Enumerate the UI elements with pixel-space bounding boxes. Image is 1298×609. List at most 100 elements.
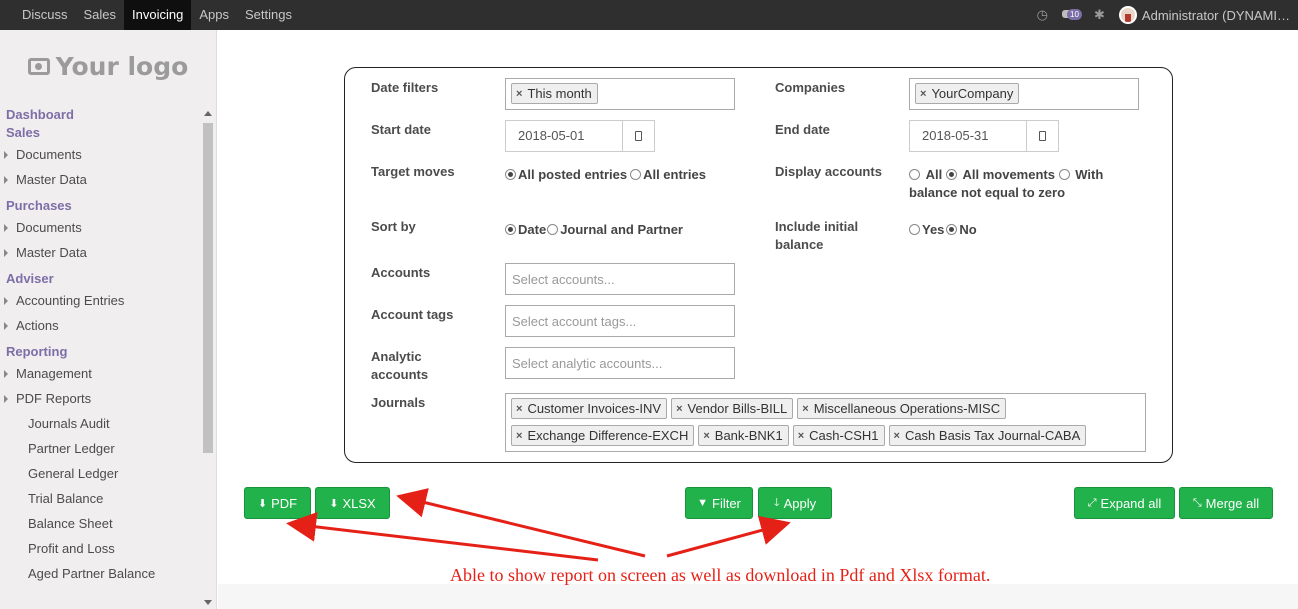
scroll-up-icon[interactable] — [204, 111, 212, 116]
sidebar-item-pdf-reports[interactable]: PDF Reports — [0, 386, 216, 411]
menu-invoicing[interactable]: Invoicing — [124, 0, 192, 30]
sidebar-dashboard[interactable]: Dashboard — [0, 106, 216, 124]
logo-text: Your logo — [55, 51, 189, 81]
remove-icon[interactable]: × — [516, 403, 522, 415]
tag-label: YourCompany — [931, 86, 1014, 101]
radio-all[interactable] — [909, 169, 920, 180]
company-tag[interactable]: × YourCompany — [915, 83, 1020, 104]
remove-icon[interactable]: × — [516, 88, 522, 100]
merge-all-button[interactable]: ⤡ Merge all — [1179, 487, 1273, 519]
remove-icon[interactable]: × — [798, 430, 804, 442]
caret-right-icon — [4, 322, 8, 330]
remove-icon[interactable]: × — [920, 88, 926, 100]
apply-button[interactable]: 🡓 Apply — [758, 487, 832, 519]
menu-sales[interactable]: Sales — [76, 0, 125, 30]
compress-icon: ⤡ — [1192, 496, 1202, 509]
sidebar-item-partner-ledger[interactable]: Partner Ledger — [0, 436, 216, 461]
caret-right-icon — [4, 370, 8, 378]
sidebar-item-sales-master-data[interactable]: Master Data — [0, 167, 216, 192]
calendar-icon — [635, 131, 642, 141]
sidebar-item-label: Documents — [16, 220, 82, 235]
journal-tag[interactable]: × Cash Basis Tax Journal-CABA — [888, 425, 1087, 446]
journal-tag[interactable]: × Customer Invoices-INV — [511, 398, 668, 419]
accounts-select[interactable]: Select accounts... — [505, 263, 735, 295]
end-date-input[interactable]: 2018-05-31 — [909, 120, 1027, 152]
analytic-accounts-select[interactable]: Select analytic accounts... — [505, 347, 735, 379]
display-accounts-label: Display accounts — [775, 164, 882, 179]
filter-icon: ▼ — [697, 497, 708, 509]
chat-icon[interactable]: 10 — [1062, 8, 1082, 22]
radio-label: Yes — [922, 222, 945, 237]
sidebar-item-purchases-documents[interactable]: Documents — [0, 215, 216, 240]
sidebar-item-trial-balance[interactable]: Trial Balance — [0, 486, 216, 511]
radio-all-entries[interactable] — [630, 169, 642, 180]
radio-all-posted[interactable] — [505, 169, 516, 180]
sidebar-item-accounting-entries[interactable]: Accounting Entries — [0, 288, 216, 313]
xlsx-button[interactable]: ⬇ XLSX — [315, 487, 390, 519]
date-filters-field[interactable]: × This month — [505, 78, 735, 110]
filter-button[interactable]: ▼ Filter — [685, 487, 753, 519]
scroll-down-icon[interactable] — [204, 600, 212, 605]
remove-icon[interactable]: × — [894, 430, 900, 442]
chat-badge: 10 — [1067, 9, 1082, 20]
journal-tag[interactable]: × Bank-BNK1 — [698, 425, 789, 446]
journal-tag[interactable]: × Miscellaneous Operations-MISC — [797, 398, 1007, 419]
date-filter-tag[interactable]: × This month — [511, 83, 598, 104]
caret-right-icon — [4, 297, 8, 305]
company-logo[interactable]: Your logo — [0, 30, 216, 102]
journals-field[interactable]: × Customer Invoices-INV × Vendor Bills-BILL… — [505, 393, 1146, 452]
scroll-thumb[interactable] — [203, 123, 213, 453]
sidebar-item-purchases-master-data[interactable]: Master Data — [0, 240, 216, 265]
account-tags-select[interactable]: Select account tags... — [505, 305, 735, 337]
start-date-input[interactable]: 2018-05-01 — [505, 120, 623, 152]
account-tags-label: Account tags — [371, 307, 454, 322]
arrow-down-icon: 🡓 — [773, 496, 780, 509]
radio-nonzero-balance[interactable] — [1058, 169, 1070, 180]
tag-label: Miscellaneous Operations-MISC — [813, 401, 1001, 416]
companies-field[interactable]: × YourCompany — [909, 78, 1139, 110]
avatar — [1118, 6, 1137, 24]
remove-icon[interactable]: × — [516, 430, 522, 442]
end-date-calendar-button[interactable] — [1027, 120, 1059, 152]
download-icon: ⬇ — [329, 497, 339, 510]
journal-tag[interactable]: × Cash-CSH1 — [792, 425, 885, 446]
menu-apps[interactable]: Apps — [191, 0, 237, 30]
sidebar-item-journals-audit[interactable]: Journals Audit — [0, 411, 216, 436]
clock-icon[interactable]: ◷ — [1037, 7, 1048, 23]
remove-icon[interactable]: × — [676, 403, 682, 415]
accounts-label: Accounts — [371, 265, 431, 280]
pdf-button[interactable]: ⬇ PDF — [244, 487, 311, 519]
sidebar-item-sales-documents[interactable]: Documents — [0, 142, 216, 167]
sidebar: Your logo Dashboard Sales Documents Mast… — [0, 30, 217, 609]
remove-icon[interactable]: × — [802, 403, 808, 415]
menu-settings[interactable]: Settings — [237, 0, 300, 30]
expand-all-button[interactable]: ⤢ Expand all — [1074, 487, 1175, 519]
camera-icon — [27, 57, 50, 75]
sidebar-item-general-ledger[interactable]: General Ledger — [0, 461, 216, 486]
sidebar-item-balance-sheet[interactable]: Balance Sheet — [0, 511, 216, 536]
sidebar-scrollbar[interactable] — [203, 108, 213, 608]
journal-tag[interactable]: × Exchange Difference-EXCH — [511, 425, 695, 446]
end-date-picker[interactable]: 2018-05-31 — [909, 120, 1059, 152]
journals-label: Journals — [371, 395, 426, 410]
start-date-picker[interactable]: 2018-05-01 — [505, 120, 655, 152]
footer-strip — [218, 584, 1298, 609]
sidebar-item-label: Accounting Entries — [16, 293, 125, 308]
radio-yes[interactable] — [909, 224, 920, 235]
sidebar-item-actions[interactable]: Actions — [0, 313, 216, 338]
radio-sort-date[interactable] — [505, 224, 516, 235]
sidebar-item-label: Master Data — [16, 245, 87, 260]
download-icon: ⬇ — [257, 497, 268, 510]
radio-no[interactable] — [946, 224, 958, 235]
sidebar-item-aged-partner-balance[interactable]: Aged Partner Balance — [0, 561, 216, 586]
radio-sort-journal-partner[interactable] — [547, 224, 559, 235]
start-date-calendar-button[interactable] — [623, 120, 655, 152]
menu-discuss[interactable]: Discuss — [14, 0, 76, 30]
bug-icon[interactable]: ✱ — [1094, 7, 1105, 23]
user-menu[interactable]: Administrator (DYNAMI… — [1118, 6, 1290, 24]
journal-tag[interactable]: × Vendor Bills-BILL — [671, 398, 794, 419]
sidebar-item-management[interactable]: Management — [0, 361, 216, 386]
sidebar-item-profit-and-loss[interactable]: Profit and Loss — [0, 536, 216, 561]
remove-icon[interactable]: × — [703, 430, 709, 442]
radio-all-movements[interactable] — [945, 169, 957, 180]
